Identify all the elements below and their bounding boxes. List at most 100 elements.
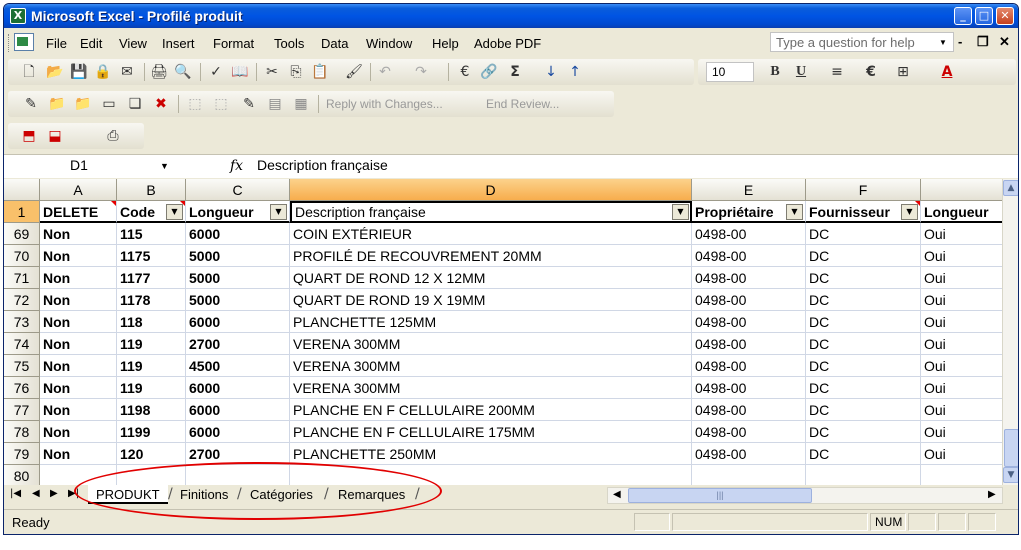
table-cell[interactable]: Non bbox=[40, 333, 117, 355]
table-cell[interactable]: Non bbox=[40, 267, 117, 289]
row-header[interactable]: 78 bbox=[4, 421, 40, 443]
tab-remarques[interactable]: Remarques bbox=[330, 485, 413, 504]
table-cell[interactable]: PLANCHETTE 250MM bbox=[290, 443, 692, 465]
redo-icon[interactable]: ↷ bbox=[412, 63, 430, 81]
filter-dropdown-icon[interactable]: ▼ bbox=[901, 204, 918, 220]
filter-dropdown-icon[interactable]: ▼ bbox=[786, 204, 803, 220]
menu-insert[interactable]: Insert bbox=[162, 36, 195, 51]
table-cell[interactable]: 5000 bbox=[186, 289, 290, 311]
autosum-icon[interactable]: Σ bbox=[506, 63, 524, 81]
table-cell[interactable]: Oui bbox=[921, 443, 1005, 465]
table-cell[interactable]: 1178 bbox=[117, 289, 186, 311]
comment-indicator[interactable] bbox=[111, 201, 116, 206]
doc-minimize-button[interactable]: - bbox=[958, 34, 962, 49]
table-cell[interactable]: PLANCHE EN F CELLULAIRE 175MM bbox=[290, 421, 692, 443]
table-cell[interactable]: Non bbox=[40, 443, 117, 465]
edit-comment-icon[interactable]: ✎ bbox=[22, 95, 40, 113]
table-cell[interactable]: 0498-00 bbox=[692, 399, 806, 421]
chevron-down-icon[interactable]: ▼ bbox=[160, 161, 169, 171]
table-cell[interactable]: Oui bbox=[921, 333, 1005, 355]
table-cell[interactable]: Oui bbox=[921, 421, 1005, 443]
row-header[interactable]: 76 bbox=[4, 377, 40, 399]
research-icon[interactable]: 📖 bbox=[231, 63, 249, 81]
end-review-button[interactable]: End Review... bbox=[486, 97, 559, 111]
last-sheet-icon[interactable]: ▶| bbox=[68, 488, 79, 499]
spreadsheet-grid[interactable]: ABCDEF 1 DELETE Code ▼ Longueur ▼ Description … bbox=[4, 179, 1005, 485]
row-header[interactable]: 75 bbox=[4, 355, 40, 377]
print-icon[interactable]: 🖨 bbox=[150, 63, 168, 81]
header-cell[interactable]: Longueur bbox=[921, 201, 1005, 223]
show-comments-icon[interactable]: ❏ bbox=[126, 95, 144, 113]
table-cell[interactable]: 6000 bbox=[186, 223, 290, 245]
table-cell[interactable] bbox=[806, 465, 921, 485]
table-cell[interactable]: COIN EXTÉRIEUR bbox=[290, 223, 692, 245]
email-icon[interactable]: ✉ bbox=[118, 63, 136, 81]
comment-indicator[interactable] bbox=[915, 201, 920, 206]
row-header[interactable]: 72 bbox=[4, 289, 40, 311]
comment-icon[interactable]: ▭ bbox=[100, 95, 118, 113]
table-cell[interactable]: Oui bbox=[921, 223, 1005, 245]
header-cell[interactable]: DELETE bbox=[40, 201, 117, 223]
table-cell[interactable]: 6000 bbox=[186, 311, 290, 333]
table-cell[interactable]: DC bbox=[806, 443, 921, 465]
chevron-down-icon[interactable]: ▼ bbox=[939, 38, 947, 47]
doc-restore-button[interactable]: ❐ bbox=[977, 34, 989, 50]
horizontal-scrollbar[interactable]: ◀ ||| ▶ bbox=[607, 487, 1003, 504]
convert-to-pdf-icon[interactable]: ⬒ bbox=[20, 127, 38, 145]
table-cell[interactable] bbox=[186, 465, 290, 485]
table-cell[interactable]: Oui bbox=[921, 355, 1005, 377]
reject-icon[interactable]: ⬚ bbox=[212, 95, 230, 113]
table-cell[interactable]: Oui bbox=[921, 289, 1005, 311]
column-header[interactable]: F bbox=[806, 179, 921, 201]
table-cell[interactable]: 0498-00 bbox=[692, 355, 806, 377]
table-cell[interactable]: Non bbox=[40, 289, 117, 311]
delete-comment-icon[interactable]: ✖ bbox=[152, 95, 170, 113]
table-cell[interactable]: 6000 bbox=[186, 399, 290, 421]
table-cell[interactable]: DC bbox=[806, 421, 921, 443]
paste-icon[interactable]: 📋 bbox=[311, 63, 329, 81]
next-sheet-icon[interactable]: ▶ bbox=[50, 488, 58, 499]
table-cell[interactable] bbox=[692, 465, 806, 485]
table-cell[interactable]: Non bbox=[40, 245, 117, 267]
vertical-scrollbar[interactable]: ▲ ▼ bbox=[1002, 179, 1018, 485]
euro-conversion-icon[interactable]: € bbox=[456, 63, 474, 81]
print-preview-icon[interactable]: 🔍 bbox=[174, 63, 192, 81]
table-cell[interactable]: Oui bbox=[921, 267, 1005, 289]
table-cell[interactable]: DC bbox=[806, 311, 921, 333]
font-size-select[interactable]: 10 bbox=[706, 62, 754, 82]
scroll-left-icon[interactable]: ◀ bbox=[613, 489, 621, 500]
copy-icon[interactable]: ⎘ bbox=[287, 63, 305, 81]
table-cell[interactable]: DC bbox=[806, 399, 921, 421]
table-cell[interactable]: 0498-00 bbox=[692, 267, 806, 289]
filter-dropdown-icon[interactable]: ▼ bbox=[672, 204, 689, 220]
row-header[interactable]: 71 bbox=[4, 267, 40, 289]
table-cell[interactable]: Non bbox=[40, 377, 117, 399]
table-cell[interactable]: 2700 bbox=[186, 443, 290, 465]
table-cell[interactable]: Non bbox=[40, 223, 117, 245]
permission-icon[interactable]: 🔒 bbox=[94, 63, 112, 81]
bold-button[interactable]: B bbox=[766, 63, 784, 81]
column-header[interactable]: A bbox=[40, 179, 117, 201]
filter-dropdown-icon[interactable]: ▼ bbox=[166, 204, 183, 220]
row-header[interactable]: 77 bbox=[4, 399, 40, 421]
review-pane-icon[interactable]: ▦ bbox=[292, 95, 310, 113]
row-header[interactable]: 1 bbox=[4, 201, 40, 223]
table-cell[interactable]: 5000 bbox=[186, 267, 290, 289]
table-cell[interactable]: DC bbox=[806, 355, 921, 377]
scroll-right-icon[interactable]: ▶ bbox=[988, 489, 996, 500]
review-icon[interactable]: ✎ bbox=[240, 95, 258, 113]
menu-tools[interactable]: Tools bbox=[274, 36, 304, 51]
table-cell[interactable]: 0498-00 bbox=[692, 311, 806, 333]
name-box[interactable]: D1 bbox=[8, 156, 178, 176]
spelling-icon[interactable]: ✓ bbox=[207, 63, 225, 81]
table-cell[interactable]: 119 bbox=[117, 355, 186, 377]
table-cell[interactable] bbox=[290, 465, 692, 485]
acrobat-icon[interactable]: ⎙ bbox=[104, 127, 122, 145]
table-cell[interactable]: Non bbox=[40, 399, 117, 421]
menu-window[interactable]: Window bbox=[366, 36, 412, 51]
table-cell[interactable]: PLANCHETTE 125MM bbox=[290, 311, 692, 333]
menu-format[interactable]: Format bbox=[213, 36, 254, 51]
formula-input[interactable]: Description française bbox=[257, 157, 388, 173]
table-cell[interactable]: 1198 bbox=[117, 399, 186, 421]
row-header[interactable]: 70 bbox=[4, 245, 40, 267]
